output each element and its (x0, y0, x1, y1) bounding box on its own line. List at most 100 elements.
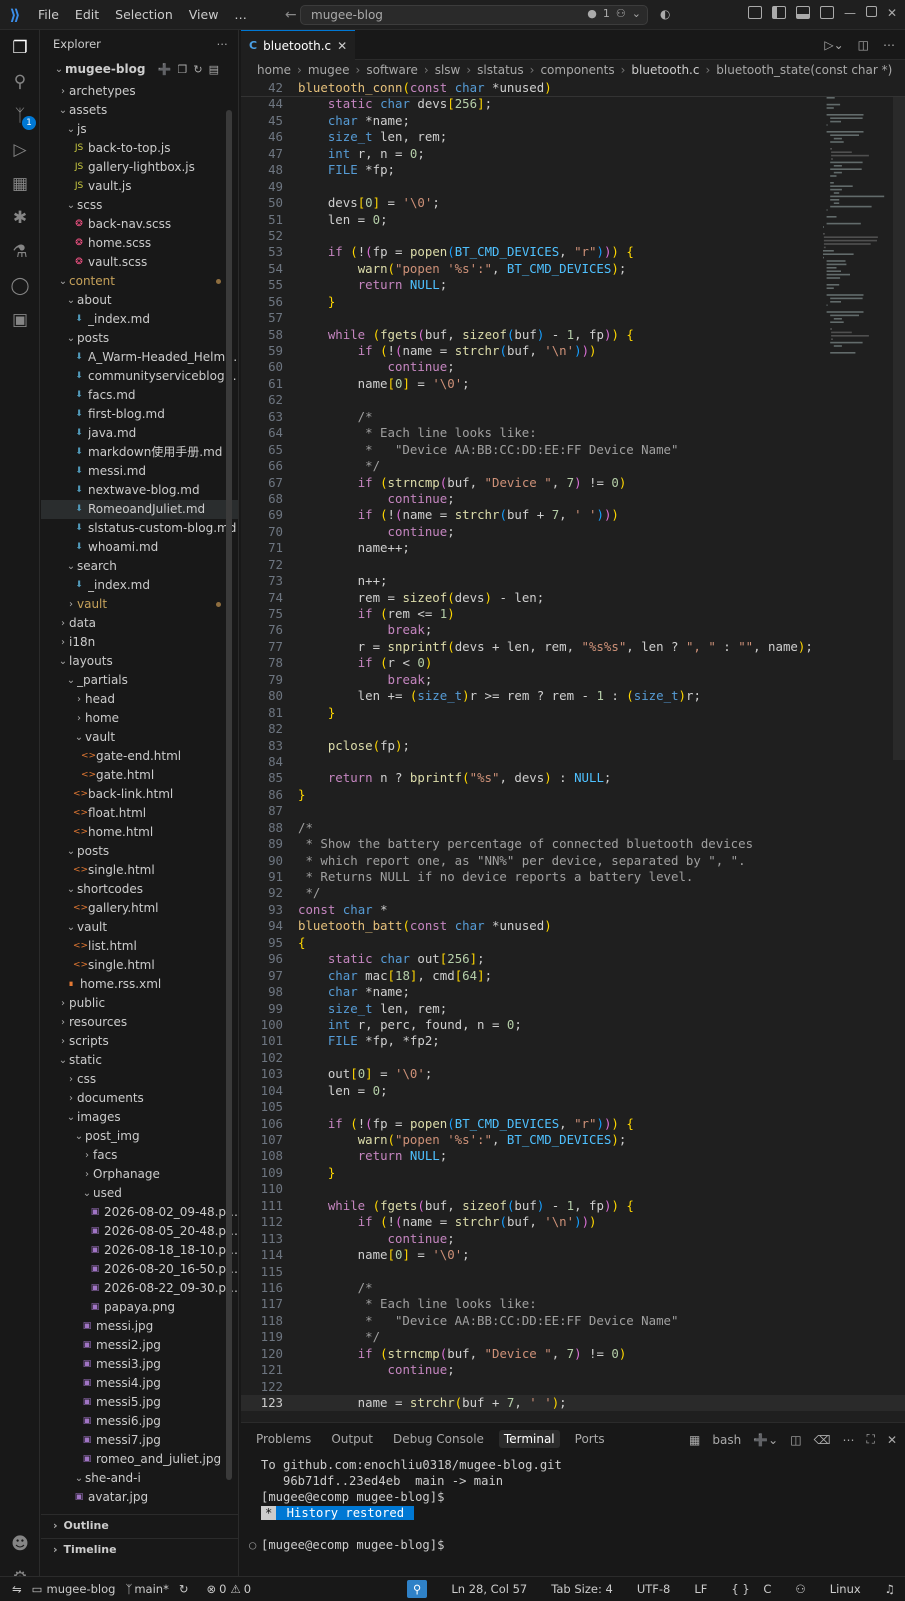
code-line[interactable]: 75 if (rem <= 1) (241, 606, 905, 622)
tree-item[interactable]: ▣ 2026-08-20_16-50.png (41, 1260, 238, 1279)
tree-item[interactable]: <> back-link.html (41, 785, 238, 804)
tree-item[interactable]: ▣ messi6.jpg (41, 1412, 238, 1431)
close-window-icon[interactable]: ✕ (887, 6, 897, 20)
code-line[interactable]: 97 char mac[18], cmd[64]; (241, 968, 905, 984)
code-line[interactable]: 48 FILE *fp; (241, 162, 905, 178)
tree-item[interactable]: ▣ 2026-08-05_20-48.png (41, 1222, 238, 1241)
code-line[interactable]: 63 /* (241, 409, 905, 425)
add-terminal-icon[interactable]: ➕⌄ (753, 1433, 778, 1447)
search-icon[interactable]: ⚲ (6, 68, 34, 96)
breadcrumb-item[interactable]: mugee (308, 63, 350, 77)
code-line[interactable]: 89 * Show the battery percentage of conn… (241, 836, 905, 852)
tree-item[interactable]: › css (41, 1070, 238, 1089)
notifications-icon[interactable]: ♫ (885, 1582, 895, 1596)
code-editor[interactable]: 42bluetooth_conn(const char *unused) 43b… (241, 80, 905, 1422)
run-icon[interactable]: ▷⌄ (824, 38, 843, 52)
tree-item[interactable]: ⬇ markdown使用手册.md (41, 443, 238, 462)
tree-item[interactable]: › archetypes (41, 82, 238, 101)
timeline-section[interactable]: › Timeline (41, 1538, 238, 1560)
menu-item-0[interactable]: File (30, 7, 67, 22)
tree-item[interactable]: ⌄ she-and-i (41, 1469, 238, 1488)
panel-tab-output[interactable]: Output (326, 1430, 378, 1448)
tree-item[interactable]: <> gate-end.html (41, 747, 238, 766)
code-line[interactable]: 47 int r, n = 0; (241, 146, 905, 162)
code-line[interactable]: 67 if (strncmp(buf, "Device ", 7) != 0) (241, 475, 905, 491)
more-actions-icon[interactable]: ⋯ (217, 37, 229, 51)
code-line[interactable]: 103 out[0] = '\0'; (241, 1066, 905, 1082)
code-line[interactable]: 90 * which report one, as "NN%" per devi… (241, 853, 905, 869)
code-line[interactable]: 86} (241, 787, 905, 803)
tree-item[interactable]: ▣ papaya.png (41, 1298, 238, 1317)
code-line[interactable]: 71 name++; (241, 540, 905, 556)
code-line[interactable]: 84 (241, 754, 905, 770)
tree-item[interactable]: <> gate.html (41, 766, 238, 785)
code-line[interactable]: 65 * "Device AA:BB:CC:DD:EE:FF Device Na… (241, 442, 905, 458)
source-control-icon[interactable]: ᛉ1 (6, 102, 36, 130)
split-editor-icon[interactable]: ◫ (858, 38, 869, 52)
toggle-secondary-sidebar-icon[interactable] (819, 6, 834, 19)
code-line[interactable]: 105 (241, 1099, 905, 1115)
breadcrumb-item[interactable]: software (366, 63, 418, 77)
code-line[interactable]: 118 * "Device AA:BB:CC:DD:EE:FF Device N… (241, 1313, 905, 1329)
code-line[interactable]: 68 continue; (241, 491, 905, 507)
code-line[interactable]: 79 break; (241, 672, 905, 688)
breadcrumb-item[interactable]: components (540, 63, 614, 77)
zoom-icon[interactable]: ⚲ (406, 1580, 428, 1598)
code-line[interactable]: 119 */ (241, 1329, 905, 1345)
tree-item[interactable]: › resources (41, 1013, 238, 1032)
sync-icon[interactable]: ↻ (179, 1582, 189, 1596)
tree-item[interactable]: ⌄ static (41, 1051, 238, 1070)
code-line[interactable]: 59 if (!(name = strchr(buf, '\n'))) (241, 343, 905, 359)
tree-item[interactable]: › i18n (41, 633, 238, 652)
code-line[interactable]: 96 static char out[256]; (241, 951, 905, 967)
code-line[interactable]: 80 len += (size_t)r >= rem ? rem - 1 : (… (241, 688, 905, 704)
code-line[interactable]: 81 } (241, 705, 905, 721)
code-line[interactable]: 76 break; (241, 622, 905, 638)
code-line[interactable]: 91 * Returns NULL if no device reports a… (241, 869, 905, 885)
tree-item[interactable]: ⌄ used (41, 1184, 238, 1203)
tree-item[interactable]: ⌄ scss (41, 196, 238, 215)
tree-item[interactable]: JS back-to-top.js (41, 139, 238, 158)
run-debug-icon[interactable]: ▷ (6, 136, 34, 164)
code-line[interactable]: 108 return NULL; (241, 1148, 905, 1164)
code-line[interactable]: 122 (241, 1379, 905, 1395)
tree-item[interactable]: › vault (41, 595, 238, 614)
tree-item[interactable]: ⬇ whoami.md (41, 538, 238, 557)
panel-tab-problems[interactable]: Problems (251, 1430, 316, 1448)
code-line[interactable]: 104 len = 0; (241, 1083, 905, 1099)
tree-item[interactable]: <> home.html (41, 823, 238, 842)
code-line[interactable]: 88 /* (241, 820, 905, 836)
tree-item[interactable]: ⬇ slstatus-custom-blog.md (41, 519, 238, 538)
status-os[interactable]: Linux (830, 1582, 861, 1596)
chevron-down-icon[interactable]: ⌄ (632, 7, 641, 20)
toggle-panel-icon[interactable] (795, 6, 810, 19)
split-terminal-icon[interactable]: ◫ (790, 1433, 801, 1447)
code-line[interactable]: 115 (241, 1264, 905, 1280)
tree-item[interactable]: ⌄ js (41, 120, 238, 139)
status-branch[interactable]: main* (134, 1582, 168, 1596)
code-line[interactable]: 73 n++; (241, 573, 905, 589)
code-line[interactable]: 77 r = snprintf(devs + len, rem, "%s%s",… (241, 639, 905, 655)
code-line[interactable]: 74 rem = sizeof(devs) - len; (241, 590, 905, 606)
tree-item[interactable]: ▣ messi2.jpg (41, 1336, 238, 1355)
tree-item[interactable]: ▣ messi5.jpg (41, 1393, 238, 1412)
tree-item[interactable]: ⬇ _index.md (41, 310, 238, 329)
account-icon[interactable]: ☻ (6, 1530, 34, 1558)
status-warnings[interactable]: 0 (244, 1582, 251, 1596)
copilot-chat-icon[interactable]: ◯ (6, 272, 34, 300)
tree-item[interactable]: ⬇ communityserviceblog.md (41, 367, 238, 386)
tree-item[interactable]: ⌄ about (41, 291, 238, 310)
tree-item[interactable]: ⌄ shortcodes (41, 880, 238, 899)
panel-tab-terminal[interactable]: Terminal (498, 1430, 560, 1448)
terminal-output[interactable]: To github.com:enochliu0318/mugee-blog.gi… (249, 1457, 562, 1553)
tree-item[interactable]: ▣ messi4.jpg (41, 1374, 238, 1393)
tree-item[interactable]: ⌄ vault (41, 918, 238, 937)
tree-item[interactable]: ▣ 2026-08-22_09-30.png (41, 1279, 238, 1298)
code-line[interactable]: 99 size_t len, rem; (241, 1001, 905, 1017)
tree-item[interactable]: ❂ home.scss (41, 234, 238, 253)
tab-bluetooth-c[interactable]: C bluetooth.c ✕ (241, 30, 356, 60)
code-line[interactable]: 66 */ (241, 458, 905, 474)
code-line[interactable]: 113 continue; (241, 1231, 905, 1247)
code-line[interactable]: 101 FILE *fp, *fp2; (241, 1033, 905, 1049)
code-line[interactable]: 100 int r, perc, found, n = 0; (241, 1017, 905, 1033)
